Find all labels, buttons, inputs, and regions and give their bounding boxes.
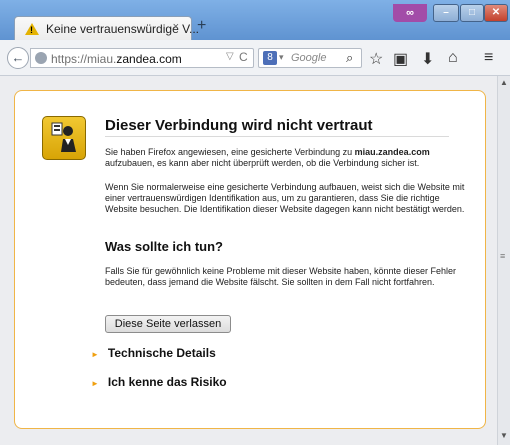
section-heading: Was sollte ich tun? bbox=[105, 239, 223, 254]
url-dropdown-icon[interactable]: ▽ bbox=[226, 51, 234, 62]
scroll-down-icon[interactable]: ▼ bbox=[500, 431, 508, 440]
bookmarks-library-icon[interactable]: ▣ bbox=[393, 49, 408, 69]
private-browsing-icon: ∞ bbox=[393, 4, 427, 22]
reload-icon[interactable]: C bbox=[239, 50, 248, 64]
maximize-button[interactable]: □ bbox=[460, 4, 484, 22]
leave-page-button[interactable]: Diese Seite verlassen bbox=[105, 315, 231, 333]
search-engine-dropdown-icon[interactable]: ▾ bbox=[279, 52, 284, 63]
warning-icon: ! bbox=[25, 22, 39, 35]
search-bar[interactable]: 8 ▾ Google ⌕ bbox=[258, 48, 362, 68]
url-bar[interactable]: https://miau.zandea.com ▽ C bbox=[30, 48, 254, 68]
expand-triangle-icon: ► bbox=[91, 350, 99, 359]
globe-icon bbox=[35, 52, 47, 64]
technical-details-toggle[interactable]: ► Technische Details bbox=[91, 346, 216, 360]
new-tab-button[interactable]: + bbox=[197, 17, 206, 35]
error-box: Dieser Verbindung wird nicht vertraut Si… bbox=[14, 90, 486, 429]
title-divider bbox=[105, 136, 449, 137]
expand-triangle-icon: ► bbox=[91, 379, 99, 388]
download-icon[interactable]: ⬇ bbox=[421, 49, 434, 69]
title-bar: ! Keine vertrauenswürdige V... × + ∞ – □… bbox=[0, 0, 510, 40]
untrusted-connection-icon bbox=[42, 116, 86, 160]
navigation-bar: ← https://miau.zandea.com ▽ C 8 ▾ Google… bbox=[0, 40, 510, 76]
page-title: Dieser Verbindung wird nicht vertraut bbox=[105, 117, 373, 134]
understand-risk-toggle[interactable]: ► Ich kenne das Risiko bbox=[91, 375, 227, 389]
scroll-up-icon[interactable]: ▲ bbox=[500, 78, 508, 87]
tab-active[interactable]: ! Keine vertrauenswürdige V... × bbox=[14, 16, 199, 40]
back-button[interactable]: ← bbox=[7, 47, 29, 69]
explanation-text: Wenn Sie normalerweise eine gesicherte V… bbox=[105, 182, 465, 214]
menu-icon[interactable]: ≡ bbox=[484, 49, 493, 67]
minimize-button[interactable]: – bbox=[433, 4, 459, 22]
search-placeholder[interactable]: Google bbox=[291, 52, 326, 64]
search-icon[interactable]: ⌕ bbox=[346, 50, 353, 66]
search-engine-icon[interactable]: 8 bbox=[263, 51, 277, 65]
scroll-grip-icon[interactable]: ≡ bbox=[500, 251, 505, 261]
tab-close-icon[interactable]: × bbox=[173, 21, 179, 33]
intro-text: Sie haben Firefox angewiesen, eine gesic… bbox=[105, 147, 430, 168]
url-text[interactable]: https://miau.zandea.com bbox=[51, 52, 182, 66]
advice-text: Falls Sie für gewöhnlich keine Probleme … bbox=[105, 266, 457, 287]
close-button[interactable]: ✕ bbox=[484, 4, 508, 22]
bookmark-star-icon[interactable]: ☆ bbox=[369, 49, 383, 69]
home-icon[interactable]: ⌂ bbox=[448, 49, 458, 67]
scrollbar[interactable]: ▲ ≡ ▼ bbox=[497, 76, 510, 445]
